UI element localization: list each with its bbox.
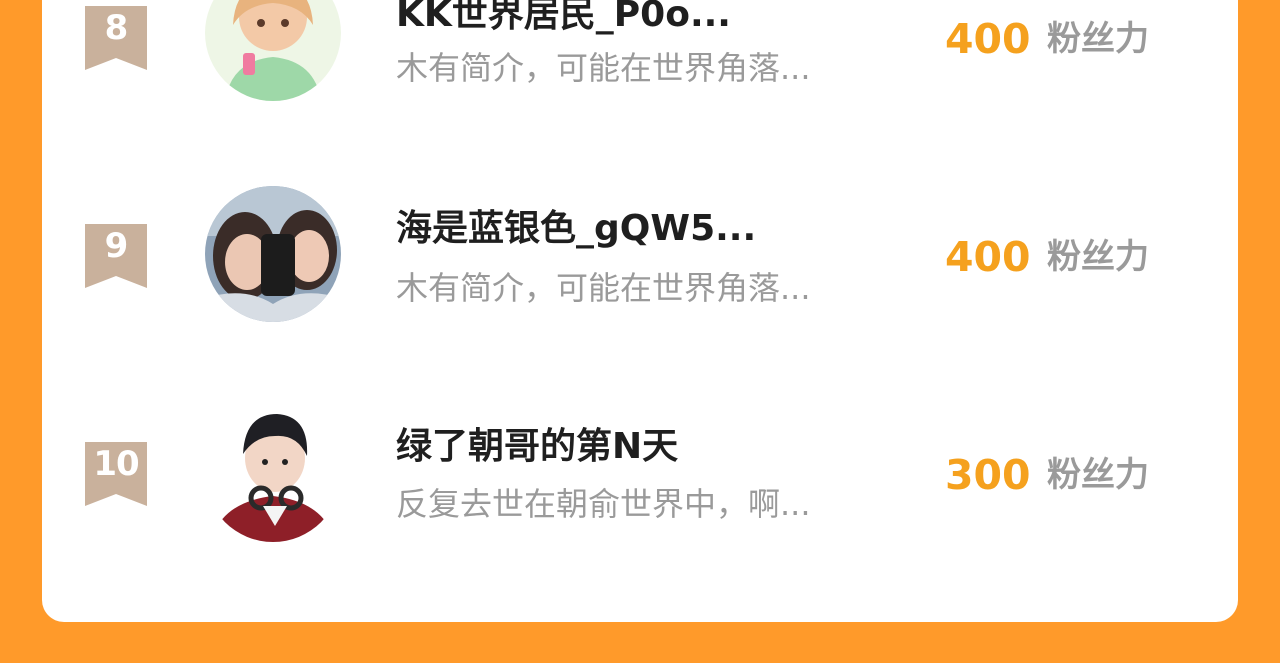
anime-boy-headphones-avatar-icon — [205, 406, 341, 542]
avatar[interactable] — [205, 0, 341, 101]
rank-number: 8 — [104, 8, 129, 48]
avatar[interactable] — [205, 186, 341, 322]
user-bio: 木有简介，可能在世界角落... — [396, 49, 811, 87]
username[interactable]: KK世界居民_P0o... — [396, 0, 916, 38]
user-bio: 反复去世在朝俞世界中，啊... — [396, 485, 811, 523]
anime-girl-avatar-icon — [205, 0, 341, 101]
avatar[interactable] — [205, 406, 341, 542]
username[interactable]: 绿了朝哥的第N天 — [396, 424, 916, 470]
selfie-photo-avatar-icon — [205, 186, 341, 322]
leaderboard-row[interactable]: 9 海是蓝银色_gQW5... 木有简介，可能在世界角落... 400 粉丝力 — [0, 178, 1280, 338]
fan-power-label: 粉丝力 — [1047, 237, 1149, 277]
rank-ribbon-icon: 8 — [85, 6, 147, 70]
fan-power-score: 300 — [945, 451, 1031, 499]
user-bio: 木有简介，可能在世界角落... — [396, 269, 811, 307]
rank-ribbon-icon: 10 — [85, 442, 147, 506]
fan-power-score: 400 — [945, 233, 1031, 281]
fan-power-label: 粉丝力 — [1047, 455, 1149, 495]
leaderboard-row[interactable]: 8 KK世界居民_P0o... 木有简介，可能在世界角落... 400 粉丝力 — [0, 0, 1280, 120]
leaderboard-row[interactable]: 10 绿了朝哥的第N天 反复去世在朝俞世界中，啊... 300 粉丝力 — [0, 396, 1280, 556]
fan-power-label: 粉丝力 — [1047, 19, 1149, 59]
username[interactable]: 海是蓝银色_gQW5... — [396, 206, 916, 252]
rank-number: 9 — [104, 226, 129, 266]
rank-number: 10 — [93, 444, 139, 484]
fan-power-score: 400 — [945, 15, 1031, 63]
rank-ribbon-icon: 9 — [85, 224, 147, 288]
